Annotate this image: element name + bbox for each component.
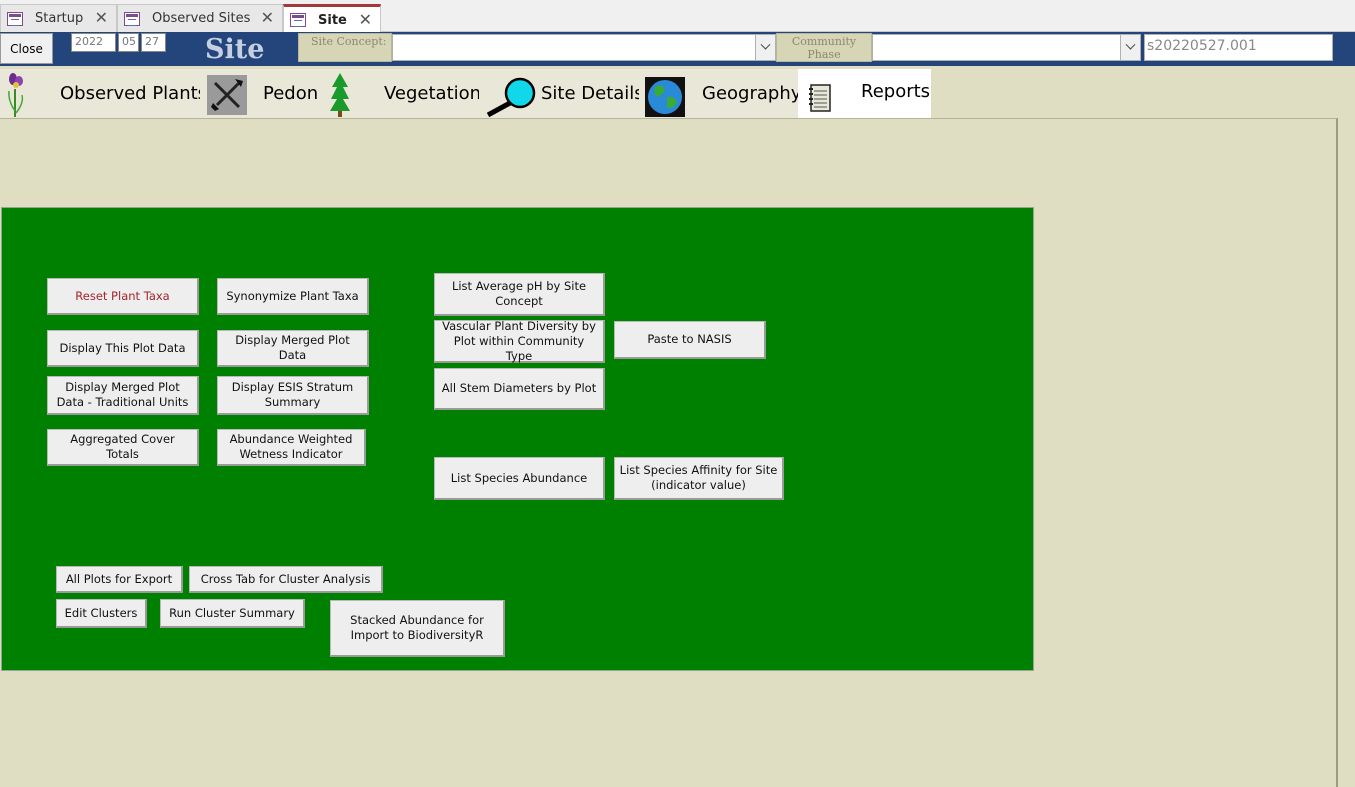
aggregated-cover-totals-button[interactable]: Aggregated Cover Totals	[47, 429, 199, 466]
document-tab-strip: Startup ✕ Observed Sites ✕ Site ✕	[0, 0, 1355, 33]
vascular-plant-diversity-button[interactable]: Vascular Plant Diversity by Plot within …	[434, 319, 605, 363]
tab-geography[interactable]: Geography	[639, 69, 802, 118]
notebook-icon	[809, 84, 831, 112]
pine-tree-icon	[330, 73, 350, 117]
form-icon	[124, 11, 140, 26]
page-title: Site	[205, 34, 265, 65]
chevron-down-icon[interactable]	[755, 35, 775, 60]
tab-observed-sites[interactable]: Observed Sites ✕	[117, 4, 283, 32]
tab-site-details[interactable]: Site Details	[479, 69, 644, 118]
display-this-plot-data-button[interactable]: Display This Plot Data	[47, 330, 199, 367]
reset-plant-taxa-button[interactable]: Reset Plant Taxa	[47, 278, 199, 315]
tab-reports[interactable]: Reports	[798, 69, 931, 118]
tab-label: Pedon	[263, 83, 319, 104]
form-icon	[7, 11, 23, 26]
iris-flower-icon	[8, 73, 24, 117]
tab-label: Startup	[35, 11, 84, 26]
cross-tab-cluster-analysis-button[interactable]: Cross Tab for Cluster Analysis	[189, 566, 383, 593]
reports-button-panel: Reset Plant Taxa Synonymize Plant Taxa L…	[1, 207, 1034, 671]
close-button[interactable]: Close	[0, 33, 53, 64]
tab-startup[interactable]: Startup ✕	[0, 4, 117, 32]
form-icon	[290, 13, 306, 27]
all-stem-diameters-button[interactable]: All Stem Diameters by Plot	[434, 368, 605, 410]
tab-site[interactable]: Site ✕	[283, 4, 381, 33]
site-concept-label: Site Concept:	[298, 33, 392, 62]
tab-label: Observed Sites	[152, 11, 251, 26]
year-field[interactable]: 2022	[71, 33, 116, 52]
tab-label: Site	[318, 12, 347, 28]
day-field[interactable]: 27	[141, 33, 166, 52]
community-phase-label: Community Phase	[776, 33, 872, 62]
list-species-abundance-button[interactable]: List Species Abundance	[434, 457, 605, 500]
tab-label: Site Details	[541, 83, 644, 104]
all-plots-for-export-button[interactable]: All Plots for Export	[56, 566, 183, 593]
paste-to-nasis-button[interactable]: Paste to NASIS	[614, 321, 766, 359]
list-species-affinity-button[interactable]: List Species Affinity for Site (indicato…	[614, 457, 784, 500]
tab-vegetation[interactable]: Vegetation	[322, 69, 482, 118]
abundance-weighted-wetness-button[interactable]: Abundance Weighted Wetness Indicator	[217, 429, 366, 466]
community-phase-combo[interactable]	[872, 34, 1141, 61]
close-icon[interactable]: ✕	[95, 8, 108, 27]
shovel-pick-icon	[207, 75, 247, 115]
month-field[interactable]: 05	[118, 33, 139, 52]
close-icon[interactable]: ✕	[359, 10, 372, 29]
tab-observed-plants[interactable]: Observed Plants	[0, 69, 207, 118]
magnifier-icon	[486, 77, 536, 117]
run-cluster-summary-button[interactable]: Run Cluster Summary	[160, 599, 305, 628]
tab-label: Observed Plants	[60, 83, 208, 104]
site-concept-combo[interactable]	[392, 34, 776, 61]
edit-clusters-button[interactable]: Edit Clusters	[56, 599, 147, 628]
display-esis-stratum-summary-button[interactable]: Display ESIS Stratum Summary	[217, 376, 369, 415]
tab-label: Reports	[861, 81, 931, 102]
site-id-field[interactable]: s20220527.001	[1144, 34, 1333, 61]
tab-label: Geography	[702, 83, 802, 104]
list-average-ph-button[interactable]: List Average pH by Site Concept	[434, 273, 605, 316]
display-merged-plot-data-button[interactable]: Display Merged Plot Data	[217, 330, 369, 367]
globe-icon	[645, 77, 685, 117]
stacked-abundance-biodiversityr-button[interactable]: Stacked Abundance for Import to Biodiver…	[330, 600, 505, 657]
tab-pedon[interactable]: Pedon	[200, 69, 322, 118]
chevron-down-icon[interactable]	[1120, 35, 1140, 60]
close-icon[interactable]: ✕	[261, 8, 274, 27]
display-merged-traditional-units-button[interactable]: Display Merged Plot Data - Traditional U…	[47, 376, 199, 415]
tab-label: Vegetation	[384, 83, 482, 104]
synonymize-plant-taxa-button[interactable]: Synonymize Plant Taxa	[217, 278, 369, 315]
